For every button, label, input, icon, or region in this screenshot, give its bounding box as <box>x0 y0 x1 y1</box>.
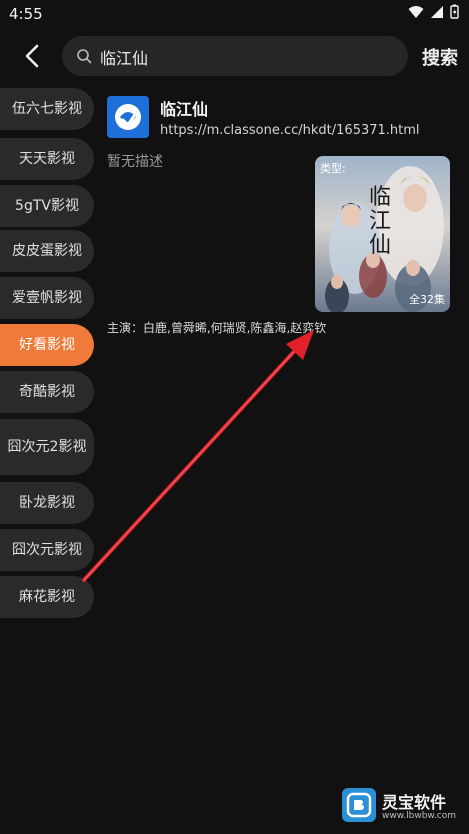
sidebar-item-wolong[interactable]: 卧龙影视 <box>0 482 94 524</box>
cast-list: 主演：白鹿,曾舜晞,何瑞贤,陈鑫海,赵弈钦 <box>107 321 327 335</box>
result-description: 暂无描述 <box>107 154 163 170</box>
sidebar-item-wuliuqi[interactable]: 伍六七影视 <box>0 88 94 130</box>
search-icon <box>77 49 92 64</box>
watermark-name: 灵宝软件 <box>382 793 447 812</box>
watermark: 灵宝软件 www.lbwbw.com <box>342 788 462 826</box>
sidebar-item-jiongciyuan2[interactable]: 囧次元2影视 <box>0 419 94 475</box>
search-input[interactable]: 临江仙 <box>62 36 408 76</box>
poster-tag: 类型: <box>320 162 346 175</box>
sidebar-item-aiyifan[interactable]: 爱壹帆影视 <box>0 277 94 319</box>
battery-icon <box>450 4 459 19</box>
signal-icon <box>431 5 443 18</box>
result-title[interactable]: 临江仙 <box>160 96 208 120</box>
status-icons <box>408 4 459 19</box>
poster-title: 临江仙 <box>369 185 392 258</box>
sidebar-item-haokan[interactable]: 好看影视 <box>0 324 94 366</box>
back-button[interactable] <box>18 40 48 72</box>
result-url[interactable]: https://m.classone.cc/hkdt/165371.html <box>160 123 420 138</box>
status-bar: 4:55 <box>0 0 469 28</box>
watermark-logo-icon <box>342 788 376 822</box>
wifi-icon <box>408 5 424 18</box>
status-time: 4:55 <box>9 5 43 23</box>
sidebar-item-qiku[interactable]: 奇酷影视 <box>0 371 94 413</box>
watermark-url: www.lbwbw.com <box>382 811 457 821</box>
source-logo <box>107 96 149 138</box>
sidebar-item-jiongciyuan[interactable]: 囧次元影视 <box>0 529 94 571</box>
poster-image[interactable]: 类型: 临江仙 全32集 <box>315 156 450 312</box>
search-button[interactable]: 搜索 <box>422 44 458 70</box>
search-query: 临江仙 <box>100 49 149 68</box>
source-logo-icon <box>115 104 141 130</box>
sidebar-item-tiantian[interactable]: 天天影视 <box>0 138 94 180</box>
sidebar-item-5gtv[interactable]: 5gTV影视 <box>0 185 94 227</box>
sidebar-item-mahua[interactable]: 麻花影视 <box>0 576 94 618</box>
episode-count: 全32集 <box>409 293 445 306</box>
sidebar-item-pipidan[interactable]: 皮皮蛋影视 <box>0 230 94 272</box>
